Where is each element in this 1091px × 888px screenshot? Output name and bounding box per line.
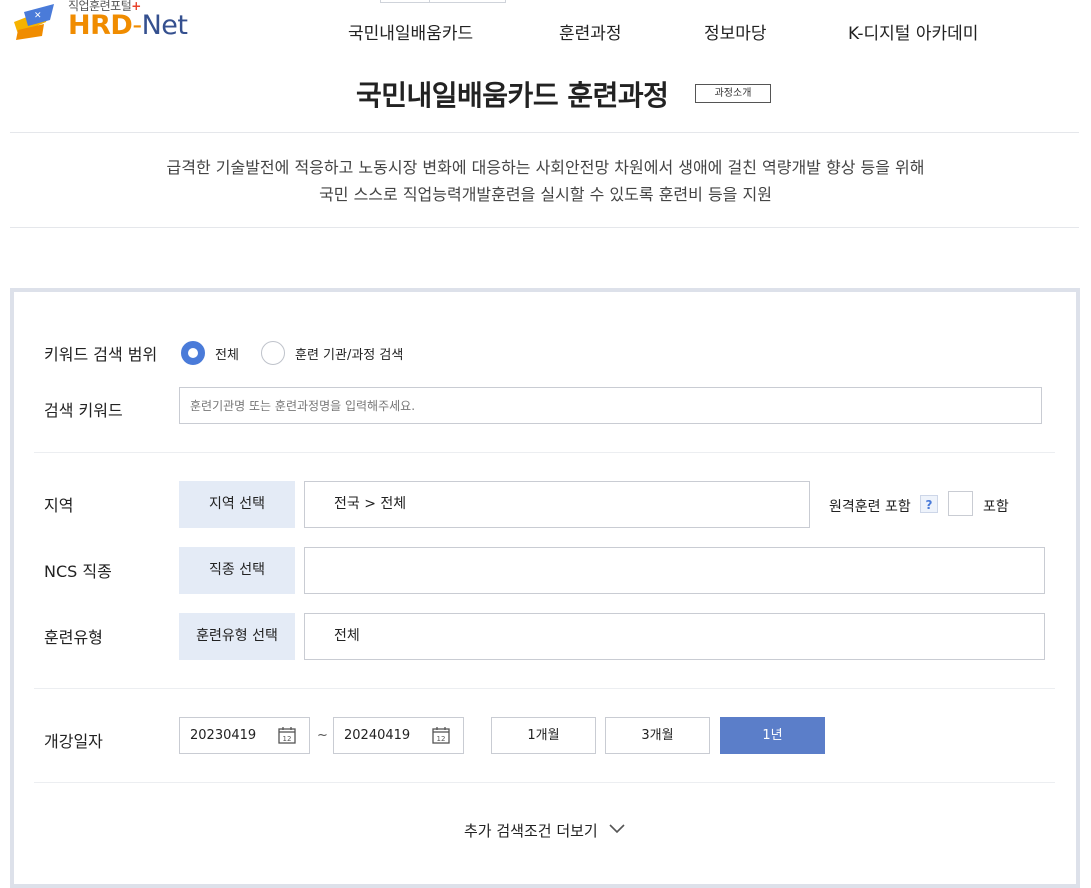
- divider: [10, 227, 1079, 228]
- nav-item-training-courses[interactable]: 훈련과정: [559, 19, 622, 44]
- remote-training-label: 원격훈련 포함: [829, 499, 911, 515]
- region-value-field[interactable]: 전국 > 전체: [304, 481, 810, 528]
- nav-item-k-digital[interactable]: K-디지털 아카데미: [848, 19, 978, 44]
- ncs-value-field[interactable]: [304, 547, 1045, 594]
- date-from-input[interactable]: 20230419 12: [179, 717, 310, 754]
- period-1-month-button[interactable]: 1개월: [491, 717, 596, 754]
- region-select-button[interactable]: 지역 선택: [179, 481, 295, 528]
- chevron-down-icon[interactable]: [609, 824, 625, 834]
- date-range-separator: ~: [317, 728, 328, 743]
- logo-hrd: HRD: [68, 10, 133, 41]
- svg-text:12: 12: [283, 735, 292, 743]
- divider: [34, 782, 1055, 783]
- region-label: 지역: [44, 496, 74, 515]
- period-1-year-button[interactable]: 1년: [720, 717, 825, 754]
- date-from-value: 20230419: [190, 728, 257, 743]
- ncs-select-button[interactable]: 직종 선택: [179, 547, 295, 594]
- scope-radio-all[interactable]: [181, 341, 205, 365]
- top-utility-stub: [380, 0, 506, 3]
- keyword-label: 검색 키워드: [44, 401, 123, 420]
- keyword-search-input[interactable]: [179, 387, 1042, 424]
- calendar-icon[interactable]: 12: [432, 726, 450, 744]
- help-icon[interactable]: ?: [920, 495, 938, 513]
- training-type-label: 훈련유형: [44, 628, 103, 647]
- hrd-net-logo[interactable]: ✕ 직업훈련포털+ HRD-Net: [8, 0, 198, 44]
- start-date-label: 개강일자: [44, 732, 103, 751]
- date-to-input[interactable]: 20240419 12: [333, 717, 464, 754]
- intro-line-1: 급격한 기술발전에 적응하고 노동시장 변화에 대응하는 사회안전망 차원에서 …: [166, 158, 925, 177]
- remote-include-checkbox[interactable]: [948, 491, 973, 516]
- divider: [34, 452, 1055, 453]
- ncs-label: NCS 직종: [44, 562, 112, 581]
- intro-text: 급격한 기술발전에 적응하고 노동시장 변화에 대응하는 사회안전망 차원에서 …: [0, 154, 1091, 208]
- nav-item-national-card[interactable]: 국민내일배움카드: [348, 19, 473, 44]
- svg-text:12: 12: [437, 735, 446, 743]
- training-type-value-field[interactable]: 전체: [304, 613, 1045, 660]
- calendar-icon[interactable]: 12: [278, 726, 296, 744]
- scope-label: 키워드 검색 범위: [44, 345, 158, 364]
- period-3-month-button[interactable]: 3개월: [605, 717, 710, 754]
- training-type-select-button[interactable]: 훈련유형 선택: [179, 613, 295, 660]
- course-intro-badge[interactable]: 과정소개: [695, 84, 771, 103]
- divider: [34, 688, 1055, 689]
- nav-item-info[interactable]: 정보마당: [704, 19, 767, 44]
- divider: [10, 132, 1079, 133]
- scope-radio-all-label[interactable]: 전체: [215, 344, 239, 363]
- date-to-value: 20240419: [344, 728, 411, 743]
- logo-dash: -: [132, 10, 142, 41]
- svg-text:✕: ✕: [34, 11, 42, 21]
- scope-radio-institution-label[interactable]: 훈련 기관/과정 검색: [295, 344, 403, 363]
- remote-include-label[interactable]: 포함: [983, 496, 1009, 516]
- logo-net: Net: [141, 10, 188, 41]
- intro-line-2: 국민 스스로 직업능력개발훈련을 실시할 수 있도록 훈련비 등을 지원: [319, 185, 772, 204]
- more-search-options-toggle[interactable]: 추가 검색조건 더보기: [464, 820, 598, 841]
- logo-mark-icon: ✕: [14, 4, 54, 40]
- scope-radio-institution[interactable]: [261, 341, 285, 365]
- page-title: 국민내일배움카드 훈련과정: [356, 79, 669, 112]
